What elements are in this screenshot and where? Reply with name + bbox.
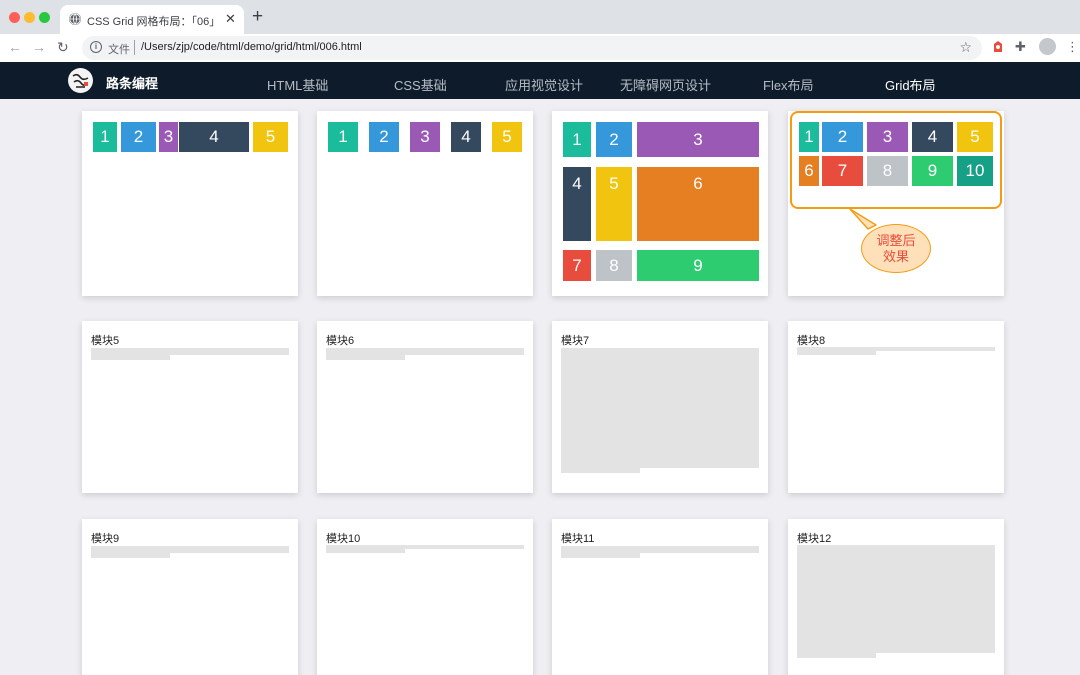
url-text[interactable]: /Users/zjp/code/html/demo/grid/html/006.… (141, 41, 362, 53)
address-bar[interactable]: i 文件 /Users/zjp/code/html/demo/grid/html… (82, 36, 982, 60)
bookmark-star-icon[interactable]: ☆ (959, 39, 972, 56)
nav-css-basics[interactable]: CSS基础 (394, 75, 447, 94)
placeholder-bar (326, 549, 405, 553)
card-title: 模块7 (561, 335, 590, 347)
placeholder-bar (91, 553, 170, 558)
browser-tab[interactable]: CSS Grid 网格布局：「06」使用 ✕ (60, 5, 244, 34)
module-card-6: 模块6 (317, 321, 533, 493)
card-title: 模块8 (797, 335, 826, 347)
info-icon[interactable]: i (90, 41, 102, 53)
placeholder-bar (561, 553, 640, 558)
grid-item: 3 (410, 122, 440, 152)
card-title: 模块11 (561, 533, 595, 545)
grid-item: 9 (637, 250, 759, 281)
new-tab-button[interactable]: + (252, 7, 263, 27)
nav-flex-layout[interactable]: Flex布局 (763, 75, 814, 94)
tab-title: CSS Grid 网格布局：「06」使用 (87, 16, 217, 28)
browser-tabstrip: CSS Grid 网格布局：「06」使用 ✕ + (0, 0, 1080, 34)
grid-item: 6 (637, 167, 759, 241)
grid-item: 2 (121, 122, 156, 152)
page-content: 1 2 3 4 5 1 2 3 4 5 1 2 3 4 5 6 7 8 9 1 … (0, 99, 1080, 675)
minimize-window-button[interactable] (24, 12, 35, 23)
card-title: 模块10 (326, 533, 361, 545)
placeholder-block (797, 545, 995, 653)
grid-item: 4 (563, 167, 591, 241)
placeholder-bar (91, 348, 289, 355)
puzzle-icon[interactable]: ✚ (1015, 40, 1029, 54)
grid-item: 4 (912, 122, 953, 152)
grid-item: 2 (369, 122, 399, 152)
placeholder-bar (326, 348, 524, 355)
grid-item: 5 (253, 122, 288, 152)
grid-item: 5 (492, 122, 522, 152)
placeholder-bar (797, 653, 876, 658)
nav-accessibility[interactable]: 无障碍网页设计 (620, 75, 711, 94)
demo-card-4: 1 2 3 4 5 6 7 8 9 10 调整后 效果 (788, 111, 1004, 296)
grid-item: 5 (596, 167, 632, 241)
module-card-12: 模块12 (788, 519, 1004, 675)
browser-toolbar: ← → ↻ i 文件 /Users/zjp/code/html/demo/gri… (0, 34, 1080, 62)
module-card-11: 模块11 (552, 519, 768, 675)
module-card-8: 模块8 (788, 321, 1004, 493)
card-title: 模块6 (326, 335, 355, 347)
card-title: 模块9 (91, 533, 120, 545)
grid-item: 3 (159, 122, 178, 152)
grid-item: 1 (799, 122, 819, 152)
grid-item: 2 (822, 122, 863, 152)
card-title: 模块5 (91, 335, 120, 347)
grid-item: 1 (563, 122, 591, 157)
module-card-7: 模块7 (552, 321, 768, 493)
grid-item: 3 (637, 122, 759, 157)
nav-html-basics[interactable]: HTML基础 (267, 75, 328, 94)
placeholder-bar (91, 546, 289, 553)
forward-arrow-icon[interactable]: → (32, 39, 46, 55)
grid-item: 5 (957, 122, 993, 152)
nav-grid-layout[interactable]: Grid布局 (885, 75, 936, 94)
grid-item: 7 (563, 250, 591, 281)
grid-item: 6 (799, 156, 819, 186)
grid-item: 7 (822, 156, 863, 186)
site-header: 路条编程 HTML基础 CSS基础 应用视觉设计 无障碍网页设计 Flex布局 … (0, 62, 1080, 99)
module-card-10: 模块10 (317, 519, 533, 675)
grid-item: 3 (867, 122, 908, 152)
extension-icon[interactable] (991, 40, 1005, 54)
close-window-button[interactable] (9, 12, 20, 23)
back-arrow-icon[interactable]: ← (8, 39, 22, 55)
placeholder-bar (326, 355, 405, 360)
placeholder-bar (91, 355, 170, 360)
grid-item: 4 (451, 122, 481, 152)
brand-name[interactable]: 路条编程 (106, 73, 158, 92)
reload-icon[interactable]: ↻ (57, 39, 69, 55)
more-menu-icon[interactable]: ⋮ (1066, 40, 1080, 54)
divider (134, 40, 135, 55)
profile-avatar[interactable] (1039, 38, 1056, 55)
grid-item: 10 (957, 156, 993, 186)
site-logo[interactable] (68, 68, 93, 93)
globe-icon (69, 13, 81, 25)
grid-item: 4 (179, 122, 249, 152)
placeholder-bar (561, 468, 640, 473)
grid-item: 8 (596, 250, 632, 281)
zoom-window-button[interactable] (39, 12, 50, 23)
demo-card-2: 1 2 3 4 5 (317, 111, 533, 296)
module-card-9: 模块9 (82, 519, 298, 675)
placeholder-bar (797, 351, 876, 355)
grid-item: 1 (93, 122, 117, 152)
card-title: 模块12 (797, 533, 832, 545)
grid-item: 2 (596, 122, 632, 157)
placeholder-bar (561, 546, 759, 553)
demo-card-1: 1 2 3 4 5 (82, 111, 298, 296)
grid-item: 1 (328, 122, 358, 152)
url-scheme-label: 文件 (108, 44, 130, 56)
nav-visual-design[interactable]: 应用视觉设计 (505, 75, 583, 94)
grid-item: 9 (912, 156, 953, 186)
placeholder-block (561, 348, 759, 468)
callout-bubble: 调整后 效果 (861, 224, 931, 273)
demo-card-3: 1 2 3 4 5 6 7 8 9 (552, 111, 768, 296)
module-card-5: 模块5 (82, 321, 298, 493)
grid-item: 8 (867, 156, 908, 186)
close-tab-icon[interactable]: ✕ (225, 11, 236, 27)
